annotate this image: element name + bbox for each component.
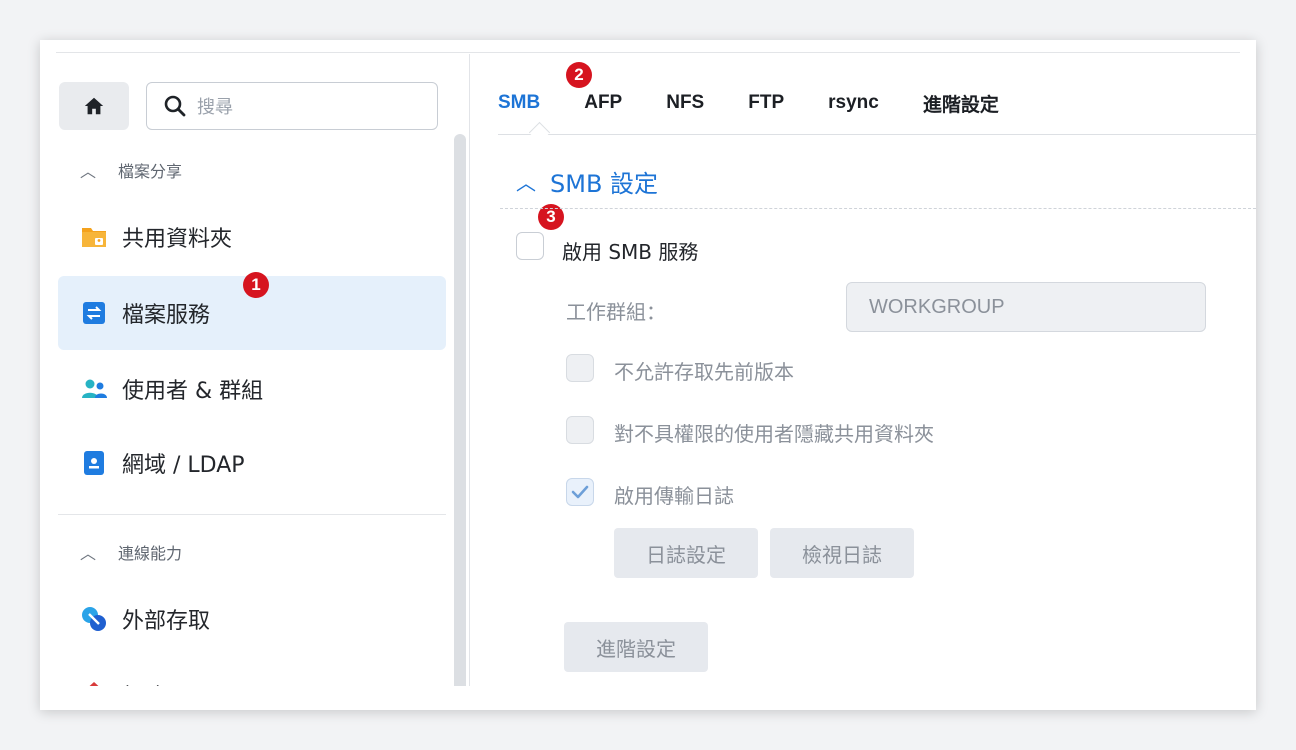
tab-ftp[interactable]: FTP [748,92,784,114]
transfer-log-checkbox[interactable] [566,478,594,506]
tab-underline [498,134,1256,135]
sidebar-item-label: 網域 / LDAP [122,453,245,478]
users-icon [82,379,107,398]
checkmark-icon [571,485,589,499]
sidebar: 搜尋 ︿ 檔案分享 共用資料夾 檔案服務 使用者 & 群組 網域 / LDAP … [56,54,470,686]
sidebar-item-label: 檔案服務 [122,303,211,328]
transfer-log-label: 啟用傳輸日誌 [614,484,734,508]
home-button[interactable] [59,82,129,130]
hide-folders-label: 對不具權限的使用者隱藏共用資料夾 [614,422,934,446]
section-divider [500,208,1256,209]
active-tab-caret [528,121,551,144]
chevron-up-icon: ︿ [80,544,97,563]
sidebar-divider [58,514,446,515]
smb-settings-title: SMB 設定 [550,170,659,198]
tab-rsync[interactable]: rsync [828,92,879,114]
log-settings-button[interactable]: 日誌設定 [614,528,758,578]
panel-divider [469,54,470,686]
search-input[interactable]: 搜尋 [146,82,438,130]
tab-nfs[interactable]: NFS [666,92,704,114]
prev-versions-checkbox[interactable] [566,354,594,382]
sidebar-item-label: 網路 [122,679,166,686]
network-icon [89,681,99,686]
section-connectivity[interactable]: ︿ 連線能力 [80,540,182,564]
workgroup-field[interactable]: WORKGROUP [846,282,1206,332]
enable-smb-label: 啟用 SMB 服務 [562,240,699,264]
tab-advanced[interactable]: 進階設定 [923,90,999,117]
workgroup-label: 工作群組： [566,300,666,324]
tab-bar: SMB AFP NFS FTP rsync 進階設定 [498,88,1043,118]
chevron-up-icon: ︿ [516,171,536,195]
section-connectivity-label: 連線能力 [118,544,183,563]
section-file-sharing[interactable]: ︿ 檔案分享 [80,158,182,182]
enable-smb-checkbox[interactable] [516,232,544,260]
sidebar-item-users-groups[interactable]: 使用者 & 群組 [58,352,446,426]
sidebar-item-external-access[interactable]: 外部存取 [58,582,446,656]
control-panel-window: 搜尋 ︿ 檔案分享 共用資料夾 檔案服務 使用者 & 群組 網域 / LDAP … [40,40,1256,710]
step-badge-2: 2 [566,62,592,88]
search-placeholder: 搜尋 [197,97,233,118]
file-services-icon [83,302,105,324]
sidebar-item-label: 共用資料夾 [122,227,233,252]
sidebar-item-label: 外部存取 [122,609,211,634]
chevron-up-icon: ︿ [80,162,97,181]
sidebar-item-domain-ldap[interactable]: 網域 / LDAP [58,426,446,500]
sidebar-item-shared-folder[interactable]: 共用資料夾 [58,200,446,274]
step-badge-1: 1 [243,272,269,298]
folder-icon [82,228,106,247]
external-access-icon [82,607,106,631]
advanced-settings-button[interactable]: 進階設定 [564,622,708,672]
prev-versions-label: 不允許存取先前版本 [614,360,794,384]
home-icon [84,97,104,115]
search-icon [164,95,186,117]
sidebar-scrollbar[interactable] [454,134,466,686]
hide-folders-checkbox[interactable] [566,416,594,444]
top-border [56,52,1240,53]
view-logs-button[interactable]: 檢視日誌 [770,528,914,578]
sidebar-item-network[interactable]: 網路 [58,658,446,686]
domain-icon [84,451,104,475]
sidebar-item-label: 使用者 & 群組 [122,379,264,404]
tab-afp[interactable]: AFP [584,92,622,114]
tab-smb[interactable]: SMB [498,92,540,114]
smb-settings-header[interactable]: ︿ SMB 設定 [516,164,658,199]
section-file-sharing-label: 檔案分享 [118,162,183,181]
